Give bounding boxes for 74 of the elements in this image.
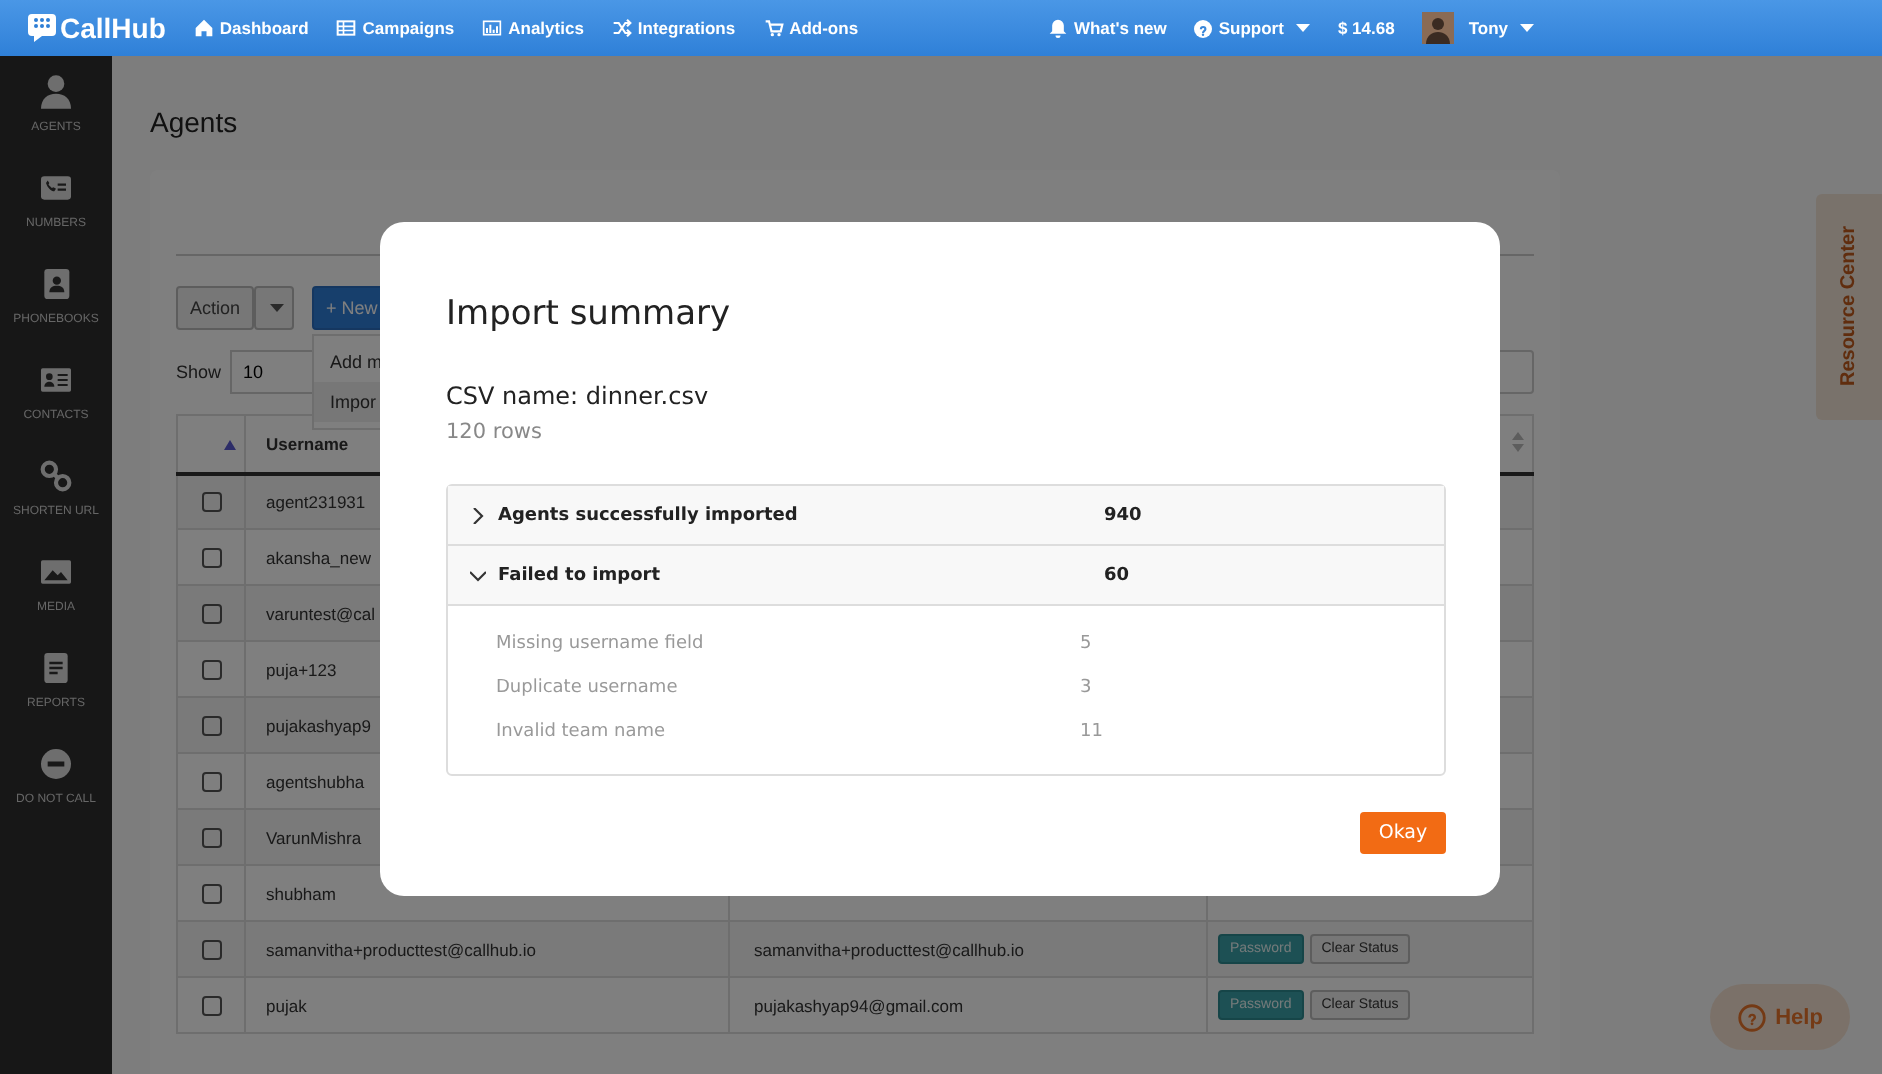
logo-text: CallHub	[60, 12, 166, 44]
person-icon	[35, 72, 76, 112]
shuffle-icon	[611, 18, 632, 38]
failure-reason: Invalid team name	[496, 722, 668, 742]
dialog-title: Import summary	[446, 294, 733, 334]
resource-center-tab[interactable]: Resource Center	[1816, 194, 1882, 420]
help-circle-icon	[1194, 19, 1213, 37]
bell-icon	[1047, 18, 1068, 38]
section-label: Agents successfully imported	[498, 505, 800, 525]
nav-link[interactable]: Dashboard	[193, 18, 309, 38]
section-count: 940	[1104, 505, 1142, 525]
nav-link[interactable]: Add-ons	[763, 18, 859, 38]
checkbox[interactable]	[201, 995, 221, 1016]
failure-count: 5	[1080, 634, 1092, 654]
support-menu[interactable]: Support	[1194, 18, 1310, 38]
help-button[interactable]: Help	[1710, 984, 1850, 1050]
nav-link[interactable]: Campaigns	[336, 18, 455, 38]
nav-link[interactable]: Analytics	[482, 18, 584, 38]
help-circle-icon	[1737, 1003, 1766, 1031]
whats-new-link[interactable]: What's new	[1047, 18, 1167, 38]
table-cell: akansha_new	[266, 547, 371, 567]
sort-up-icon	[224, 439, 236, 450]
chart-icon	[482, 18, 503, 38]
failure-count: 3	[1080, 678, 1092, 698]
csv-name: CSV name: dinner.csv	[446, 382, 711, 410]
checkbox[interactable]	[201, 547, 221, 568]
checkbox[interactable]	[201, 603, 221, 624]
caret-icon	[270, 304, 285, 312]
checkbox[interactable]	[201, 939, 221, 960]
link-icon	[36, 456, 76, 496]
caret-icon	[1295, 24, 1310, 32]
dropdown-toggle-button[interactable]	[254, 286, 295, 330]
page-title: Agents	[150, 106, 240, 138]
checkbox[interactable]	[201, 715, 221, 736]
table-cell: pujakashyap94@gmail.com	[754, 995, 964, 1015]
table-cell: pujak	[266, 995, 307, 1015]
chat-keypad-icon	[28, 12, 56, 44]
section-label: Failed to import	[498, 565, 662, 585]
table-icon	[336, 18, 357, 38]
table-cell: samanvitha+producttest@callhub.io	[266, 939, 537, 959]
table-cell: puja+123	[266, 659, 337, 679]
failure-count: 11	[1080, 722, 1103, 742]
checkbox[interactable]	[201, 883, 221, 904]
sort-icon	[1512, 431, 1524, 452]
no-entry-icon	[36, 744, 76, 784]
row-count: 120 rows	[446, 420, 544, 444]
home-icon	[193, 18, 214, 38]
table-cell: agentshubha	[266, 771, 365, 791]
table-cell: VarunMishra	[266, 827, 362, 847]
checkbox[interactable]	[201, 659, 221, 680]
avatar-silhouette-icon	[1422, 12, 1455, 44]
account-balance: $ 14.68	[1337, 18, 1395, 38]
chevron-right-icon	[470, 507, 486, 523]
table-cell: shubham	[266, 883, 336, 903]
accordion-header[interactable]: Failed to import 60	[448, 546, 1444, 606]
table-cell: varuntest@cal	[266, 603, 375, 623]
caret-icon	[1520, 24, 1534, 32]
nav-link[interactable]: Integrations	[611, 18, 736, 38]
failure-reason: Missing username field	[496, 634, 706, 654]
cart-icon	[763, 18, 784, 38]
user-menu[interactable]: Tony	[1422, 12, 1534, 44]
table-cell: agent231931	[266, 491, 366, 512]
table-cell: samanvitha+producttest@callhub.io	[754, 939, 1025, 959]
accordion-header[interactable]: Agents successfully imported 940	[448, 486, 1444, 546]
action-button[interactable]: Action	[176, 286, 255, 330]
failure-reason: Duplicate username	[496, 678, 680, 698]
section-count: 60	[1104, 565, 1130, 585]
okay-button[interactable]: Okay	[1360, 812, 1446, 854]
checkbox[interactable]	[201, 771, 221, 792]
show-label: Show	[176, 362, 222, 382]
table-cell: pujakashyap9	[266, 715, 371, 735]
checkbox[interactable]	[201, 492, 221, 513]
checkbox[interactable]	[201, 827, 221, 848]
chevron-down-icon	[470, 567, 486, 583]
